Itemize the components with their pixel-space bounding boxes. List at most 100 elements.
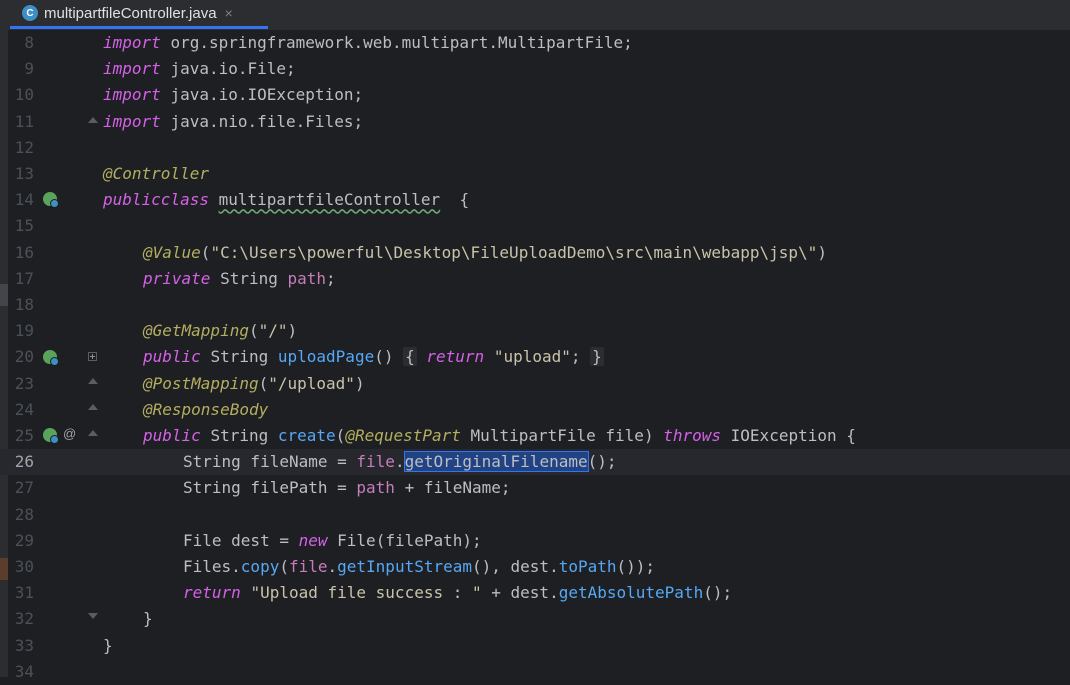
line-number[interactable]: 12	[0, 135, 34, 161]
code-text: String fileName = file.getOriginalFilena…	[183, 449, 617, 475]
line-number[interactable]: 31	[0, 580, 34, 606]
code-line[interactable]: 18	[0, 292, 1070, 318]
code-token: ;	[570, 347, 581, 367]
spring-mapping-icon[interactable]	[43, 428, 59, 444]
line-number[interactable]: 29	[0, 528, 34, 554]
code-token: (), dest.	[472, 557, 559, 576]
code-line[interactable]: 9 import java.io.File;	[0, 56, 1070, 82]
code-token: getOriginalFilename	[403, 451, 589, 473]
code-text: import java.nio.file.Files;	[103, 109, 363, 135]
line-number[interactable]: 13	[0, 161, 34, 187]
line-number[interactable]: 11	[0, 109, 34, 135]
spring-bean-icon[interactable]	[43, 192, 59, 208]
code-line[interactable]: 34	[0, 659, 1070, 685]
code-line[interactable]: 31 return "Upload file success : " + dest…	[0, 580, 1070, 606]
code-line[interactable]: 12	[0, 135, 1070, 161]
code-line[interactable]: 32}	[0, 606, 1070, 632]
code-text: return "Upload file success : " + dest.g…	[183, 580, 732, 606]
code-token: getAbsolutePath	[558, 583, 704, 603]
line-number[interactable]: 24	[0, 397, 34, 423]
code-token: ();	[587, 452, 617, 472]
fold-start-icon[interactable]	[88, 117, 98, 123]
line-number[interactable]: 17	[0, 266, 34, 292]
fold-end-icon[interactable]	[88, 613, 98, 619]
code-token: (	[248, 321, 259, 341]
code-line[interactable]: 8 import org.springframework.web.multipar…	[0, 30, 1070, 56]
code-token: getInputStream	[337, 557, 472, 576]
fold-start-icon[interactable]	[88, 378, 98, 384]
code-line[interactable]: 25 public String create(@RequestPart Mult…	[0, 423, 1070, 449]
line-number[interactable]: 10	[0, 82, 34, 108]
code-text: @Controller	[103, 161, 209, 187]
code-token: class	[160, 190, 209, 210]
code-token: toPath	[558, 557, 617, 576]
code-text: import org.springframework.web.multipart…	[103, 30, 633, 56]
spring-mapping-icon[interactable]	[43, 350, 59, 366]
line-number[interactable]: 15	[0, 213, 34, 239]
fold-start-icon[interactable]	[88, 430, 98, 436]
code-token: @PostMapping	[143, 373, 259, 393]
line-number[interactable]: 26	[0, 449, 34, 475]
code-line[interactable]: 29 File dest = new File(filePath);	[0, 528, 1070, 554]
line-number[interactable]: 18	[0, 292, 34, 318]
line-number[interactable]: 30	[0, 554, 34, 580]
line-number[interactable]: 16	[0, 240, 34, 266]
code-token: ();	[703, 583, 733, 603]
code-line[interactable]: 10 import java.io.IOException;	[0, 82, 1070, 108]
code-line[interactable]: 19 @GetMapping("/")	[0, 318, 1070, 344]
code-token: java.io.File;	[170, 59, 296, 79]
line-number[interactable]: 25	[0, 423, 34, 449]
line-number[interactable]: 19	[0, 318, 34, 344]
code-token: {	[403, 347, 417, 367]
code-line[interactable]: 33}	[0, 633, 1070, 659]
code-token: import	[103, 111, 161, 131]
code-line[interactable]: 13 @Controller	[0, 161, 1070, 187]
code-line[interactable]: 11 import java.nio.file.Files;	[0, 109, 1070, 135]
code-line[interactable]: 23 @PostMapping("/upload")	[0, 371, 1070, 397]
code-editor[interactable]: 8 import org.springframework.web.multipar…	[0, 30, 1070, 681]
code-line[interactable]: 15	[0, 213, 1070, 239]
code-token: "Upload file success : "	[250, 583, 482, 603]
code-text: Files.copy(file.getInputStream(), dest.t…	[183, 554, 655, 580]
code-line[interactable]: 24 @ResponseBody	[0, 397, 1070, 423]
code-token: {	[449, 190, 470, 210]
line-number[interactable]: 23	[0, 371, 34, 397]
code-text: publicclass multipartfileController {	[103, 187, 469, 213]
line-number[interactable]: 8	[0, 30, 34, 56]
code-line[interactable]: 27 String filePath = path + fileName;	[0, 475, 1070, 501]
line-number[interactable]: 27	[0, 475, 34, 501]
line-number[interactable]: 28	[0, 502, 34, 528]
line-number[interactable]: 20	[0, 344, 34, 370]
code-token: ());	[616, 557, 656, 576]
annotation-at-icon[interactable]: @	[63, 426, 76, 441]
line-number[interactable]: 33	[0, 633, 34, 659]
editor-tab-bar: C multipartfileController.java ×	[0, 0, 1070, 31]
code-token: uploadPage	[277, 347, 375, 367]
code-line[interactable]: 17 private String path;	[0, 266, 1070, 292]
line-number[interactable]: 32	[0, 606, 34, 632]
code-token: ;	[326, 268, 336, 288]
line-number[interactable]: 14	[0, 187, 34, 213]
fold-expand-icon[interactable]	[88, 352, 97, 361]
code-token: File(filePath);	[337, 530, 482, 550]
code-token: create	[277, 426, 336, 445]
code-token: "/upload"	[268, 373, 355, 393]
code-token: String	[210, 347, 269, 367]
code-line[interactable]: 16 @Value("C:\Users\powerful\Desktop\File…	[0, 240, 1070, 266]
code-token: String filePath =	[183, 478, 347, 498]
code-line[interactable]: 28	[0, 502, 1070, 528]
code-token: @Controller	[103, 164, 209, 183]
code-line[interactable]: 30 Files.copy(file.getInputStream(), dest…	[0, 554, 1070, 580]
line-number[interactable]: 34	[0, 659, 34, 685]
code-line[interactable]: 14 publicclass multipartfileController {	[0, 187, 1070, 213]
code-token: import	[103, 59, 161, 79]
close-tab-icon[interactable]: ×	[225, 5, 233, 21]
code-text: }	[103, 633, 113, 659]
code-line[interactable]: 26 String fileName = file.getOriginalFile…	[0, 449, 1070, 476]
code-token: }	[143, 609, 153, 629]
code-line[interactable]: 20 public String uploadPage() { return "u…	[0, 344, 1070, 370]
file-tab[interactable]: C multipartfileController.java ×	[10, 0, 268, 29]
fold-start-icon[interactable]	[88, 404, 98, 410]
line-number[interactable]: 9	[0, 56, 34, 82]
code-token: String	[220, 268, 278, 288]
